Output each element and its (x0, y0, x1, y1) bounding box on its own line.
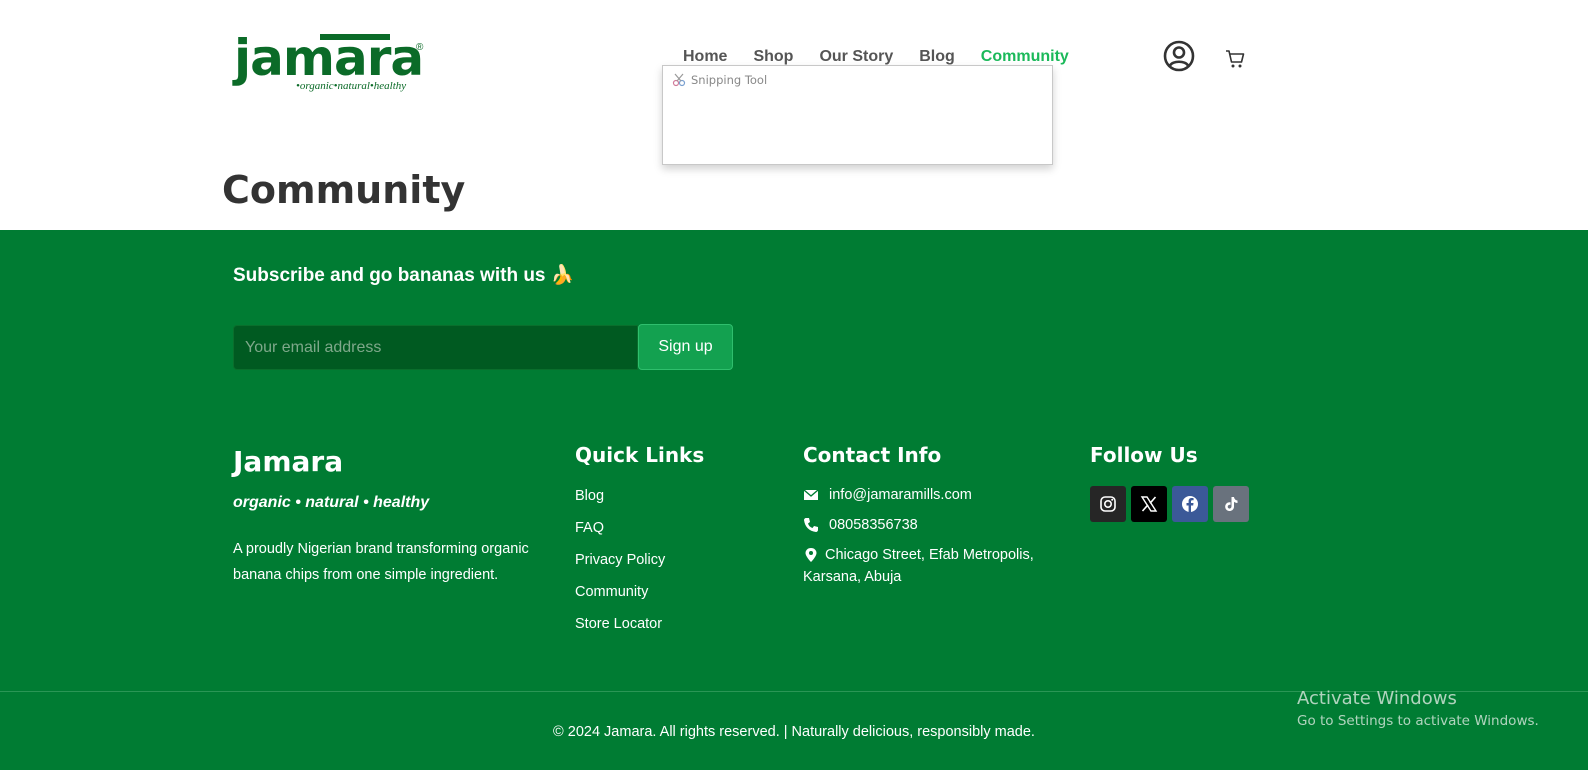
contact-email[interactable]: info@jamaramills.com (829, 487, 972, 503)
contact-phone[interactable]: 08058356738 (829, 517, 918, 533)
email-input[interactable] (233, 325, 638, 370)
site-header: jamara ® •organic•natural•healthy Home S… (0, 0, 1588, 230)
instagram-button[interactable] (1090, 486, 1126, 522)
contact-email-row[interactable]: info@jamaramills.com (803, 484, 1053, 506)
nav-community[interactable]: Community (981, 48, 1069, 66)
facebook-button[interactable] (1172, 486, 1208, 522)
main-nav: Home Shop Our Story Blog Community (683, 48, 1095, 66)
user-circle-icon[interactable] (1163, 40, 1195, 72)
snipping-tool-title: Snipping Tool (691, 73, 768, 87)
page-title: Community (222, 168, 466, 212)
activate-windows-subtitle: Go to Settings to activate Windows. (1297, 713, 1539, 729)
contact-info: info@jamaramills.com 08058356738 Chicago… (803, 484, 1053, 596)
snipping-tool-icon (672, 73, 686, 87)
footer-brand-name: Jamara (233, 445, 344, 478)
quick-links-heading: Quick Links (575, 443, 705, 467)
x-icon (1140, 496, 1158, 512)
logo-tagline: •organic•natural•healthy (296, 80, 407, 92)
quick-link-store-locator[interactable]: Store Locator (575, 616, 665, 648)
quick-link-community[interactable]: Community (575, 584, 665, 616)
nav-blog[interactable]: Blog (919, 48, 955, 66)
subscribe-heading: Subscribe and go bananas with us 🍌 (233, 265, 575, 286)
map-pin-icon (805, 548, 817, 562)
instagram-icon (1100, 496, 1116, 512)
footer-brand-description: A proudly Nigerian brand transforming or… (233, 541, 529, 583)
quick-link-faq[interactable]: FAQ (575, 520, 665, 552)
windows-activation-watermark: Activate Windows Go to Settings to activ… (1297, 688, 1539, 729)
contact-address: Chicago Street, Efab Metropolis, Karsana… (803, 547, 1034, 585)
tiktok-icon (1225, 497, 1238, 512)
nav-our-story[interactable]: Our Story (819, 48, 893, 66)
quick-link-blog[interactable]: Blog (575, 488, 665, 520)
phone-icon (804, 518, 818, 532)
quick-link-privacy-policy[interactable]: Privacy Policy (575, 552, 665, 584)
nav-shop[interactable]: Shop (753, 48, 793, 66)
nav-home[interactable]: Home (683, 48, 727, 66)
facebook-icon (1182, 496, 1198, 512)
activate-windows-title: Activate Windows (1297, 688, 1457, 709)
logo-registered-mark: ® (416, 42, 424, 53)
envelope-icon (803, 489, 819, 500)
footer-brand-tagline: organic • natural • healthy (233, 494, 430, 511)
quick-links-list: Blog FAQ Privacy Policy Community Store … (575, 488, 665, 648)
jamara-logo[interactable]: jamara ® •organic•natural•healthy (234, 30, 430, 98)
signup-button[interactable]: Sign up (638, 324, 733, 370)
contact-address-row: Chicago Street, Efab Metropolis, Karsana… (803, 544, 1053, 588)
snipping-tool-window[interactable]: Snipping Tool (662, 65, 1053, 165)
x-button[interactable] (1131, 486, 1167, 522)
social-links (1090, 486, 1249, 522)
tiktok-button[interactable] (1213, 486, 1249, 522)
cart-icon[interactable] (1225, 49, 1245, 69)
contact-info-heading: Contact Info (803, 443, 942, 467)
logo-wordmark: jamara (234, 29, 424, 87)
contact-phone-row[interactable]: 08058356738 (803, 514, 1053, 536)
follow-us-heading: Follow Us (1090, 443, 1198, 467)
site-footer: Subscribe and go bananas with us 🍌 Sign … (0, 230, 1588, 770)
